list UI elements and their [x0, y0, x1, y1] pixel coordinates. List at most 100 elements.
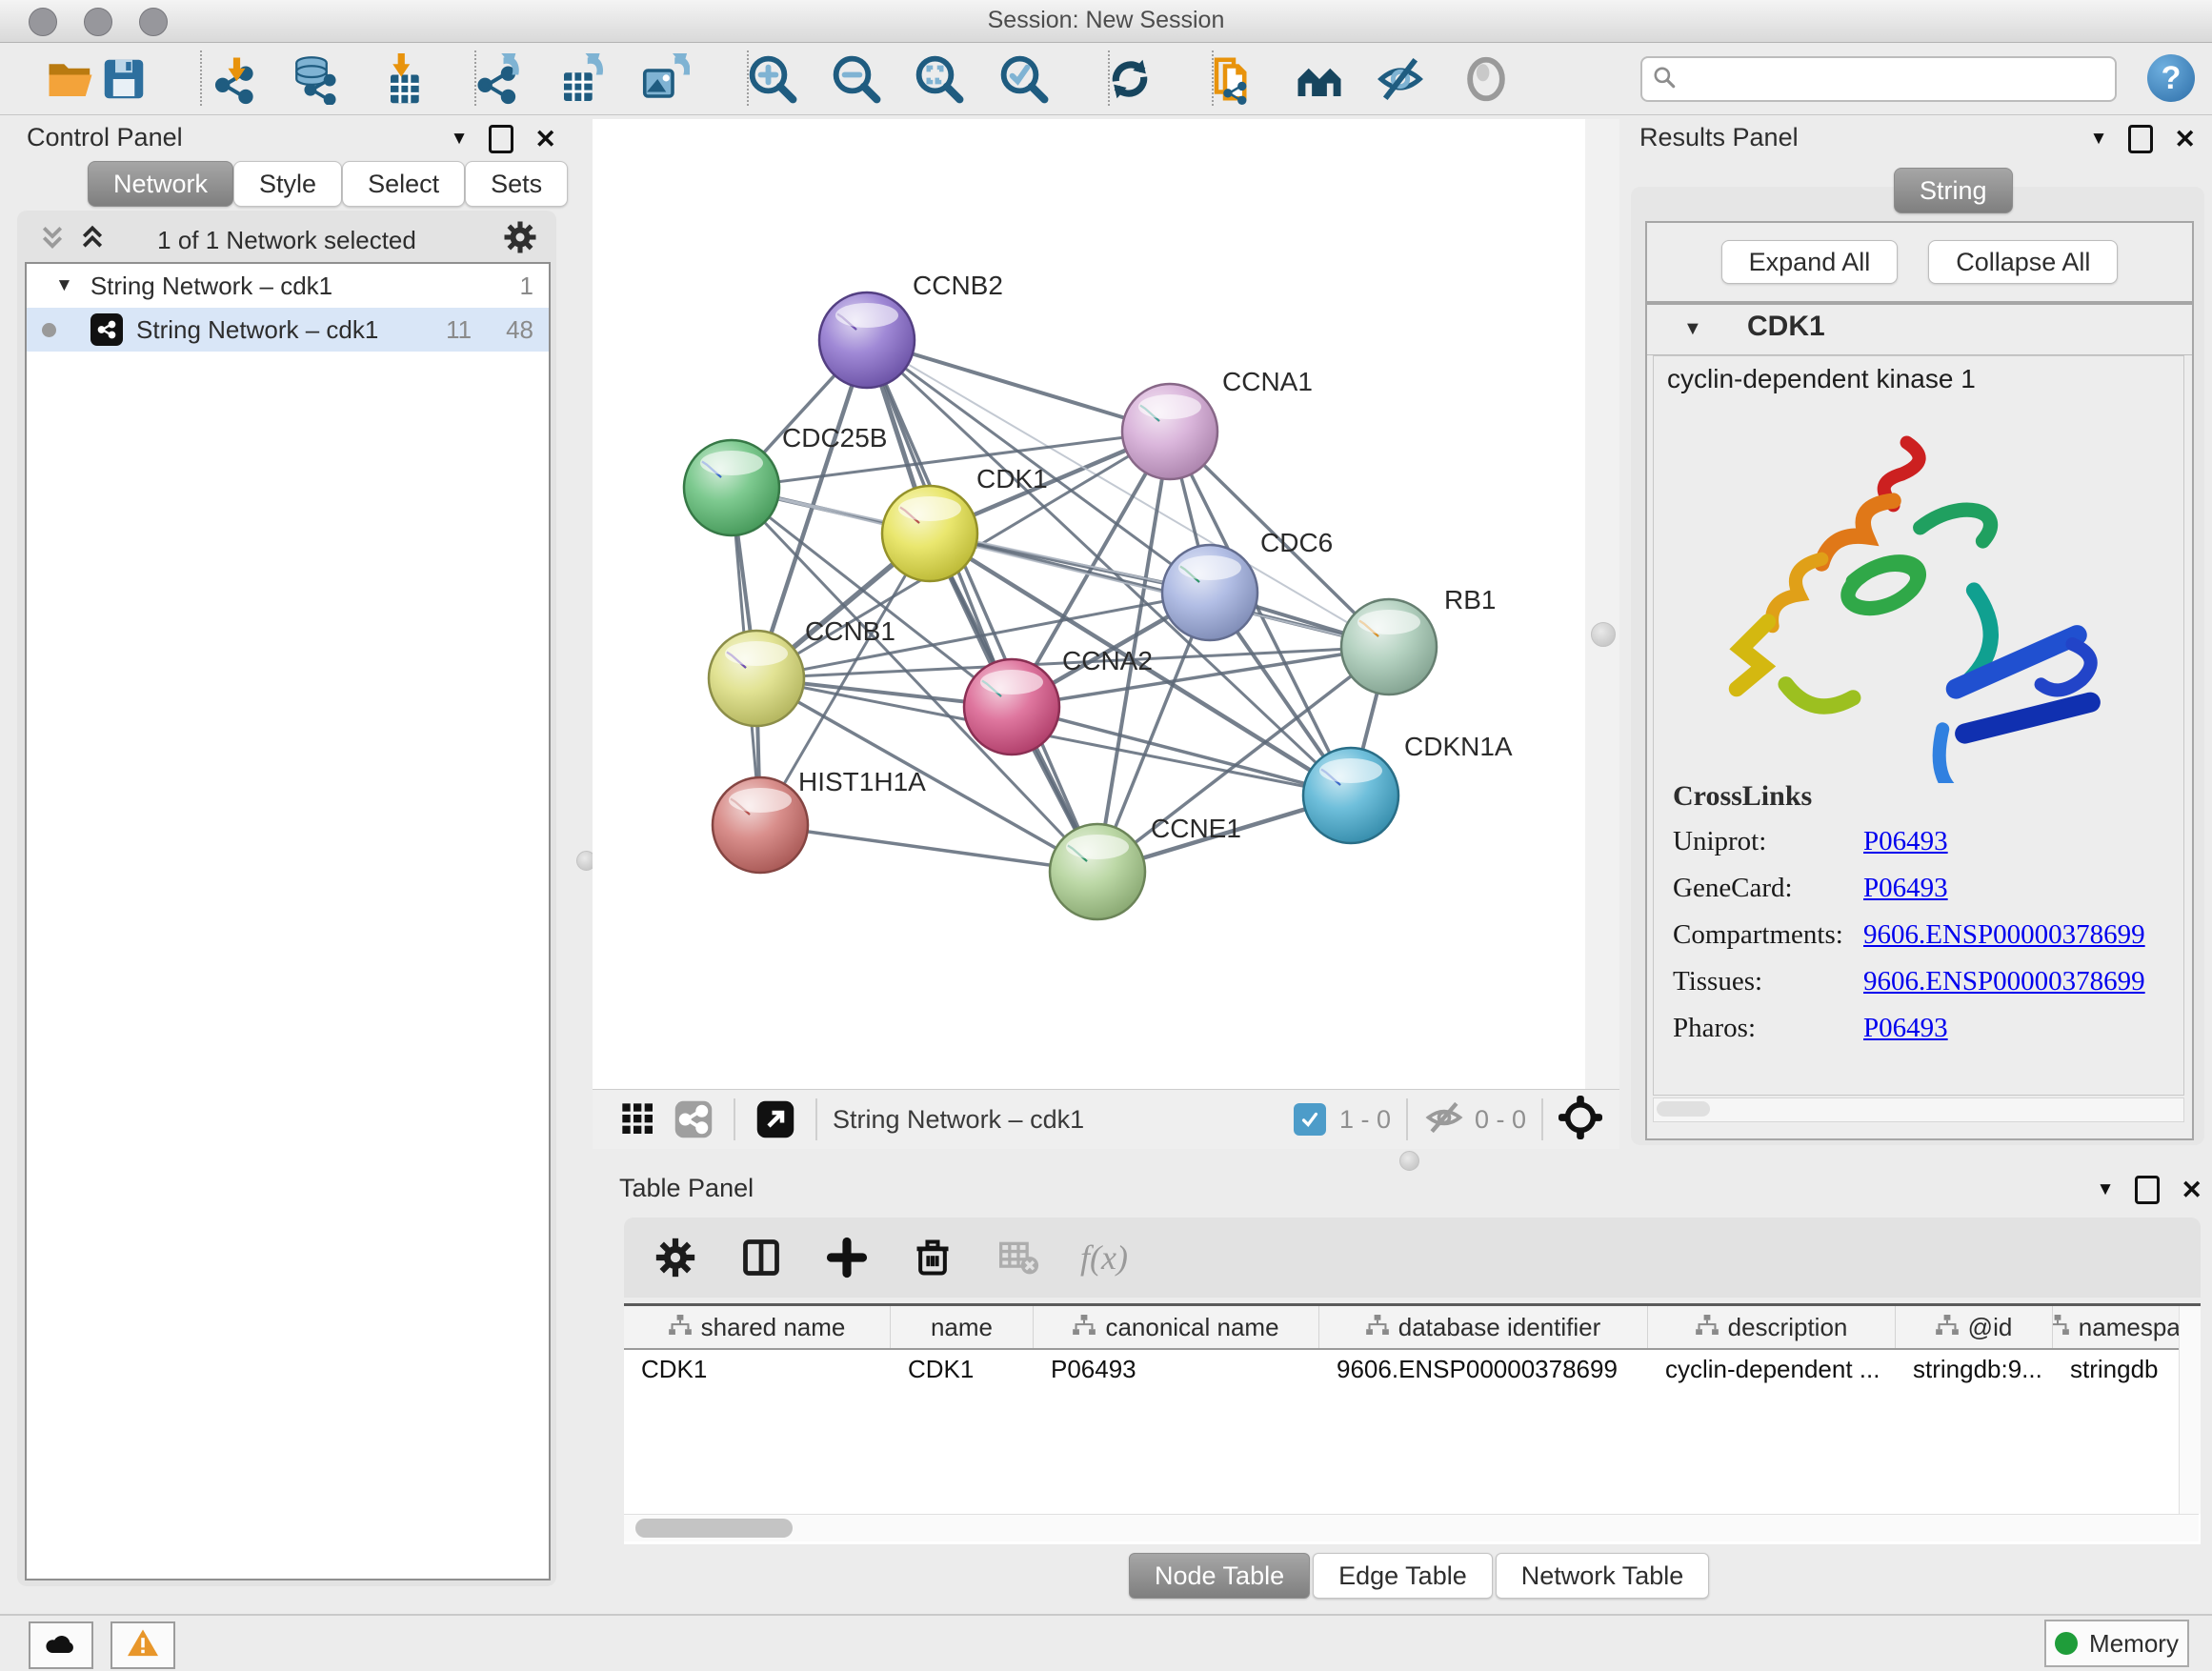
tab-select[interactable]: Select — [342, 161, 465, 207]
close-panel-icon[interactable]: ✕ — [2181, 1178, 2202, 1203]
float-panel-icon[interactable] — [2135, 1176, 2160, 1204]
table-hscroll-thumb[interactable] — [635, 1519, 793, 1538]
column-header-database-identifier[interactable]: database identifier — [1319, 1306, 1648, 1348]
crosslink-value-link[interactable]: P06493 — [1863, 873, 1948, 904]
gene-expander-icon[interactable]: ▼ — [1683, 318, 1702, 340]
tab-sets[interactable]: Sets — [465, 161, 568, 207]
column-header--id[interactable]: @id — [1896, 1306, 2053, 1348]
toolbar-separator — [1541, 1098, 1543, 1140]
panel-menu-icon[interactable]: ▼ — [2097, 1179, 2115, 1200]
zoom-fit-icon[interactable] — [913, 52, 966, 106]
network-options-gear-icon[interactable] — [503, 220, 537, 259]
tab-style[interactable]: Style — [233, 161, 342, 207]
node-CDK1[interactable]: CDK1 — [882, 464, 1048, 581]
table-cell[interactable]: P06493 — [1034, 1355, 1319, 1384]
crosslink-value-link[interactable]: 9606.ENSP00000378699 — [1863, 919, 2145, 951]
network-row-selected[interactable]: String Network – cdk1 11 48 — [27, 308, 549, 352]
table-cell[interactable]: CDK1 — [624, 1355, 891, 1384]
float-panel-icon[interactable] — [489, 125, 513, 153]
export-image-icon[interactable] — [637, 52, 691, 106]
string-network-graph[interactable]: CCNB2 CCNA1 CDC25B CDK1 CDC6 RB1 CCNB1 C… — [593, 119, 1619, 1089]
column-header-shared-name[interactable]: shared name — [624, 1306, 891, 1348]
import-network-file-icon[interactable] — [206, 52, 259, 106]
column-header-description[interactable]: description — [1648, 1306, 1896, 1348]
close-panel-icon[interactable]: ✕ — [2174, 127, 2196, 152]
selected-nodes-checkbox[interactable] — [1294, 1103, 1326, 1136]
export-network-icon[interactable] — [473, 52, 526, 106]
panel-menu-icon[interactable]: ▼ — [2090, 129, 2108, 150]
close-panel-icon[interactable]: ✕ — [534, 127, 556, 152]
table-cell[interactable]: cyclin-dependent ... — [1648, 1355, 1896, 1384]
import-network-database-icon[interactable] — [285, 52, 338, 106]
network-collection-row[interactable]: ▼ String Network – cdk1 1 — [27, 264, 549, 308]
collapse-all-button[interactable]: Collapse All — [1928, 240, 2118, 284]
network-view-toolbar: String Network – cdk1 1 - 0 0 - 0 — [593, 1089, 1619, 1149]
zoom-out-icon[interactable] — [830, 52, 883, 106]
refresh-view-icon[interactable] — [1103, 52, 1156, 106]
horizontal-splitter-handle[interactable] — [1399, 1151, 1419, 1171]
tab-network-table[interactable]: Network Table — [1496, 1553, 1710, 1599]
save-session-icon[interactable] — [97, 52, 151, 106]
window-title: Session: New Session — [0, 7, 2212, 34]
table-cell[interactable]: 9606.ENSP00000378699 — [1319, 1355, 1648, 1384]
export-table-icon[interactable] — [554, 52, 608, 106]
clone-network-icon[interactable] — [1207, 52, 1260, 106]
network-vscroll-thumb[interactable] — [1591, 622, 1616, 647]
network-type-icon — [90, 313, 123, 346]
network-share-view-icon[interactable] — [669, 1095, 718, 1144]
search-input[interactable] — [1686, 65, 2115, 93]
table-vertical-scrollbar[interactable] — [2179, 1306, 2201, 1514]
cloud-status-button[interactable] — [29, 1621, 93, 1669]
panel-menu-icon[interactable]: ▼ — [451, 129, 469, 150]
crosslink-value-link[interactable]: P06493 — [1863, 1013, 1948, 1044]
zoom-in-icon[interactable] — [746, 52, 799, 106]
tab-network[interactable]: Network — [88, 161, 233, 207]
memory-button[interactable]: Memory — [2044, 1620, 2189, 1667]
table-row[interactable]: CDK1CDK1P064939606.ENSP00000378699cyclin… — [624, 1350, 2201, 1388]
tab-string[interactable]: String — [1894, 168, 2013, 213]
inactive-eye-icon[interactable] — [1459, 52, 1513, 106]
delete-column-trash-icon[interactable] — [908, 1233, 957, 1282]
hide-eye-icon[interactable] — [1374, 52, 1427, 106]
gene-header-row[interactable]: ▼ CDK1 — [1647, 305, 2192, 355]
node-RB1[interactable]: RB1 — [1341, 585, 1496, 695]
node-CCNB2[interactable]: CCNB2 — [819, 271, 1003, 388]
node-HIST1H1A[interactable]: HIST1H1A — [713, 767, 926, 873]
show-column-selector-icon[interactable] — [736, 1233, 786, 1282]
node-CCNE1[interactable]: CCNE1 — [1050, 814, 1241, 919]
tab-edge-table[interactable]: Edge Table — [1313, 1553, 1493, 1599]
fit-content-crosshair-icon[interactable] — [1558, 1096, 1602, 1144]
results-hscroll-thumb[interactable] — [1657, 1101, 1710, 1117]
open-in-new-window-icon[interactable] — [751, 1095, 800, 1144]
expand-all-button[interactable]: Expand All — [1721, 240, 1899, 284]
add-column-icon[interactable] — [822, 1233, 872, 1282]
network-vertical-scrollbar[interactable] — [1585, 119, 1619, 1089]
open-session-icon[interactable] — [44, 52, 97, 106]
string-home-icon[interactable] — [1293, 52, 1346, 106]
crosslink-value-link[interactable]: P06493 — [1863, 826, 1948, 857]
warnings-button[interactable] — [111, 1621, 175, 1669]
network-view-canvas[interactable]: CCNB2 CCNA1 CDC25B CDK1 CDC6 RB1 CCNB1 C… — [593, 119, 1619, 1089]
float-panel-icon[interactable] — [2128, 125, 2153, 153]
node-CDKN1A[interactable]: CDKN1A — [1303, 732, 1513, 843]
results-horizontal-scrollbar[interactable] — [1653, 1097, 2184, 1122]
crosslink-value-link[interactable]: 9606.ENSP00000378699 — [1863, 966, 2145, 997]
import-table-file-icon[interactable] — [372, 52, 426, 106]
zoom-selected-icon[interactable] — [997, 52, 1051, 106]
grid-view-icon[interactable] — [613, 1095, 663, 1144]
edge-HIST1H1A-CCNE1[interactable] — [760, 825, 1097, 872]
table-horizontal-scrollbar[interactable] — [624, 1514, 2199, 1541]
search-icon — [1652, 65, 1677, 94]
table-cell[interactable]: CDK1 — [891, 1355, 1034, 1384]
node-CCNA1[interactable]: CCNA1 — [1122, 367, 1313, 479]
table-toolbar: f(x) — [624, 1218, 2201, 1298]
tab-node-table[interactable]: Node Table — [1129, 1553, 1310, 1599]
help-button[interactable]: ? — [2147, 54, 2195, 102]
table-settings-gear-icon[interactable] — [651, 1233, 700, 1282]
table-cell[interactable]: stringdb:9... — [1896, 1355, 2053, 1384]
column-header-name[interactable]: name — [891, 1306, 1034, 1348]
column-header-canonical-name[interactable]: canonical name — [1034, 1306, 1319, 1348]
node-CCNB1[interactable]: CCNB1 — [709, 616, 895, 726]
collection-expander-icon[interactable]: ▼ — [55, 275, 73, 296]
search-box[interactable] — [1640, 56, 2117, 102]
